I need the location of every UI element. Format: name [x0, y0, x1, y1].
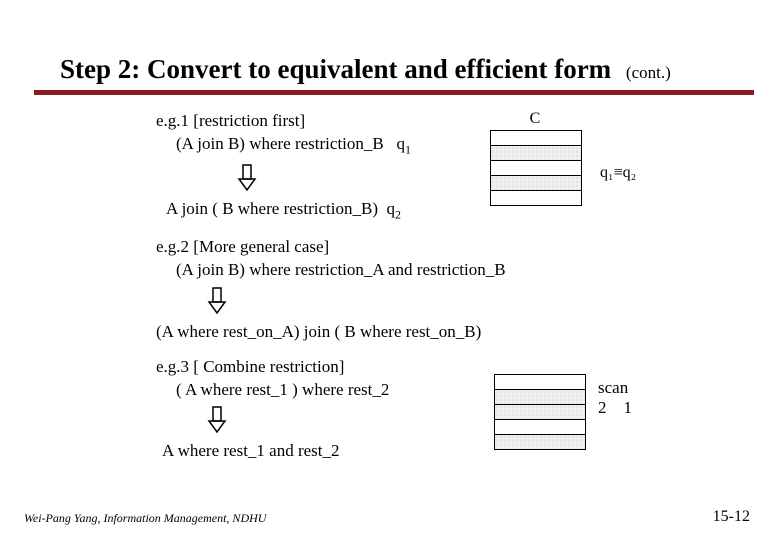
diagram-c: C q₁≡q₂ [490, 110, 660, 206]
eg2-line1: (A join B) where restriction_A and restr… [156, 259, 636, 280]
page-number: 15-12 [713, 508, 750, 526]
scan-box [494, 374, 586, 450]
equiv-label: q₁≡q₂ [600, 164, 636, 182]
slide-title: Step 2: Convert to equivalent and effici… [60, 54, 740, 85]
diagram-scan: scan 2 1 [494, 374, 694, 450]
title-text: Step 2: Convert to equivalent and effici… [60, 54, 611, 84]
title-rule [34, 90, 754, 95]
footer-text: Wei-Pang Yang, Information Management, N… [24, 511, 266, 526]
down-arrow-icon [206, 287, 636, 315]
eg2-line2: (A where rest_on_A) join ( B where rest_… [156, 321, 636, 342]
scan-label: scan 2 1 [598, 378, 632, 419]
c-box [490, 130, 582, 206]
eg2-head: e.g.2 [More general case] [156, 236, 636, 257]
c-label: C [490, 110, 580, 128]
title-cont: (cont.) [626, 63, 671, 82]
